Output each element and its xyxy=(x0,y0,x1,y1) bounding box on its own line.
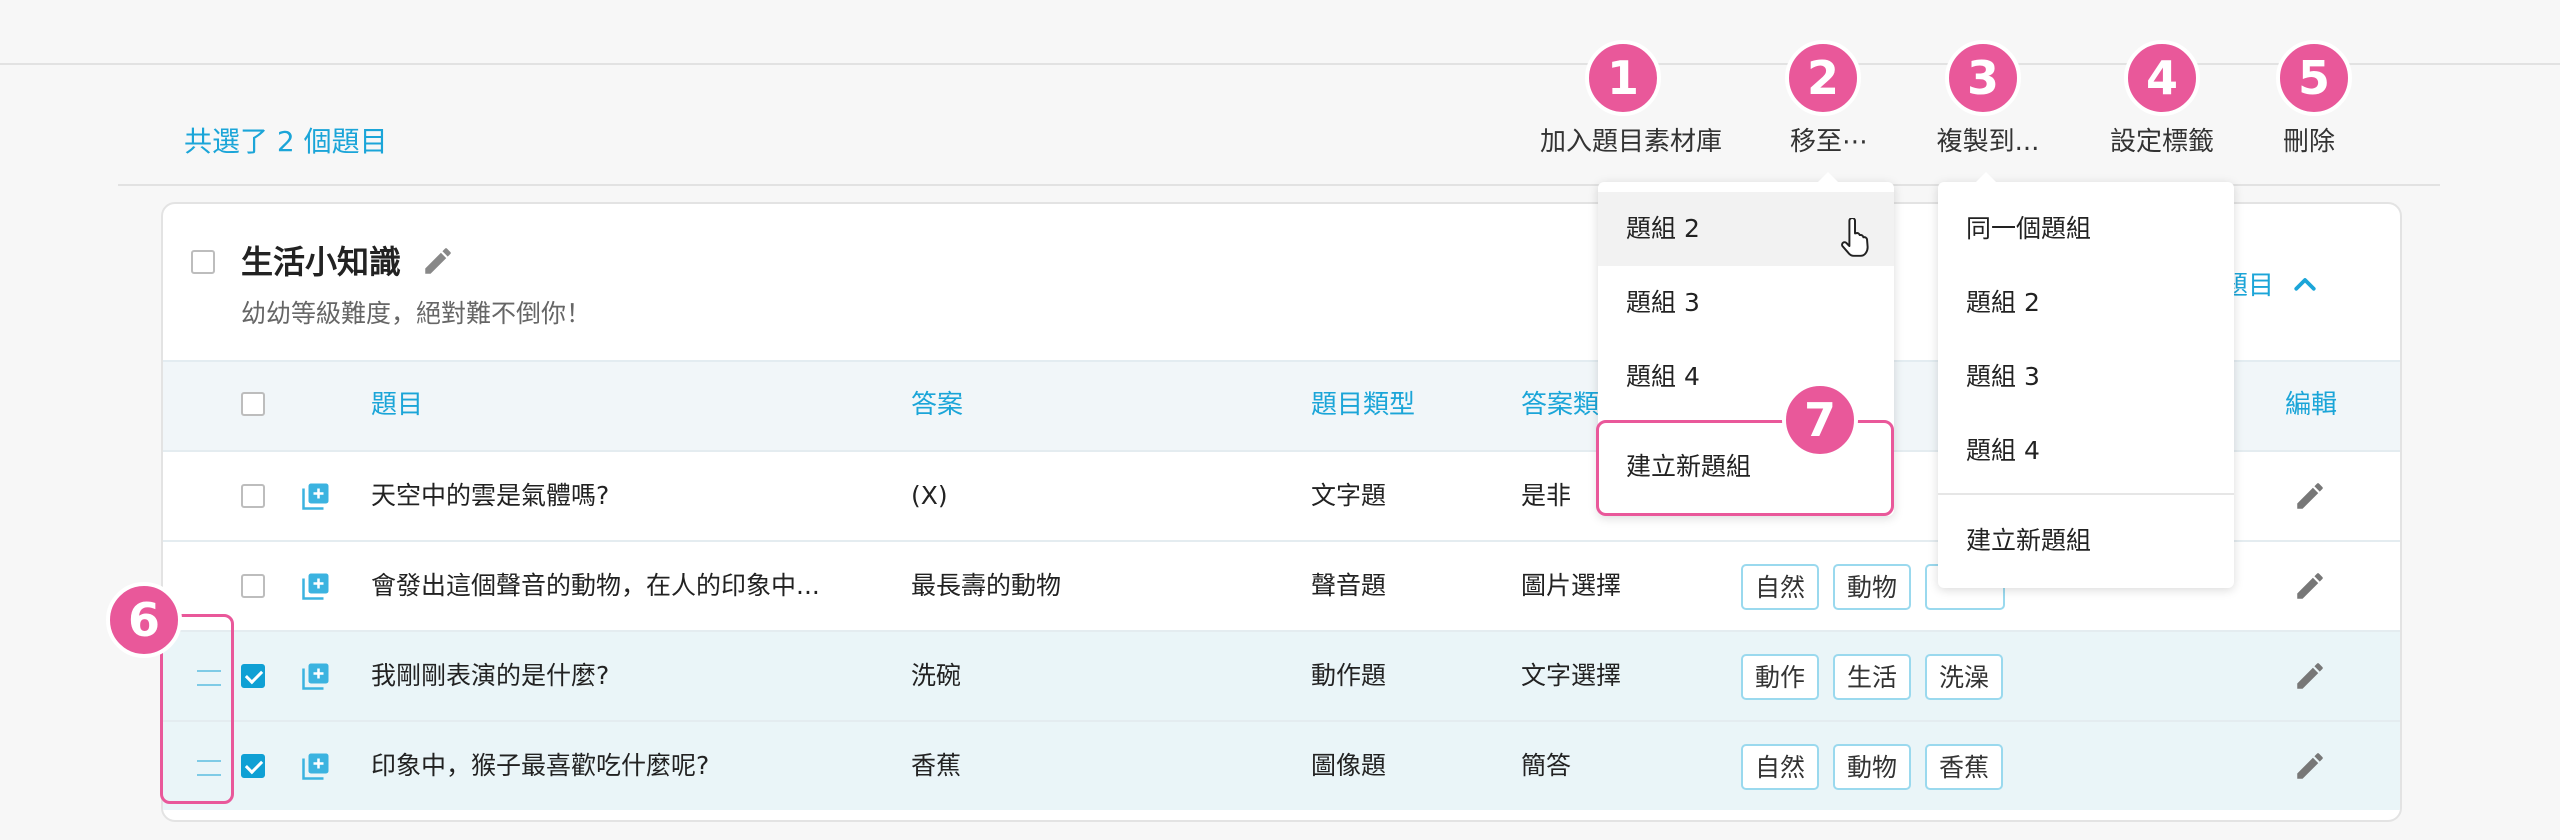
callout-badge-5: 5 xyxy=(2276,40,2352,116)
tag[interactable]: 動物 xyxy=(1833,744,1912,790)
select-all-checkbox[interactable] xyxy=(241,392,265,416)
edit-row-icon[interactable] xyxy=(2293,659,2327,693)
answer-text: 香蕉 xyxy=(911,751,962,780)
answer-type: 圖片選擇 xyxy=(1521,571,1622,600)
header-answer: 答案 xyxy=(911,390,964,420)
callout-badge-2: 2 xyxy=(1785,40,1861,116)
answer-type: 文字選擇 xyxy=(1521,661,1622,690)
add-to-library-button[interactable]: 加入題目素材庫 xyxy=(1540,120,1722,164)
answer-type: 簡答 xyxy=(1521,751,1572,780)
row-checkbox[interactable] xyxy=(241,574,265,598)
copy-menu-item-group-2[interactable]: 題組 2 xyxy=(1938,266,2234,340)
question-text: 天空中的雲是氣體嗎? xyxy=(371,481,610,510)
question-type: 圖像題 xyxy=(1311,751,1387,780)
answer-text: 洗碗 xyxy=(911,661,962,690)
copy-menu-divider xyxy=(1938,493,2234,495)
tag[interactable]: 自然 xyxy=(1741,564,1820,610)
move-menu-caret xyxy=(1818,172,1838,182)
question-type: 動作題 xyxy=(1311,661,1387,690)
question-text: 印象中，猴子最喜歡吃什麼呢? xyxy=(371,751,710,780)
question-type: 聲音題 xyxy=(1311,571,1387,600)
header-edit: 編輯 xyxy=(2285,390,2338,420)
set-tags-button[interactable]: 設定標籤 xyxy=(2110,120,2214,164)
selection-count: 共選了 2 個題目 xyxy=(184,125,388,158)
move-to-button[interactable]: 移至⋯ xyxy=(1790,120,1868,164)
copy-menu-item-group-4[interactable]: 題組 4 xyxy=(1938,414,2234,488)
copy-menu-caret xyxy=(1976,172,1996,182)
delete-button[interactable]: 刪除 xyxy=(2283,120,2335,164)
move-menu-item-group-3[interactable]: 題組 3 xyxy=(1598,266,1894,340)
callout-badge-6: 6 xyxy=(106,582,182,658)
question-text: 我剛剛表演的是什麼? xyxy=(371,661,610,690)
group-select-checkbox[interactable] xyxy=(191,250,215,274)
edit-row-icon[interactable] xyxy=(2293,569,2327,603)
table-row[interactable]: 我剛剛表演的是什麼? 洗碗 動作題 文字選擇 動作 生活 洗澡 xyxy=(163,630,2400,720)
header-answer-type: 答案類 xyxy=(1521,390,1600,420)
copy-menu-item-group-3[interactable]: 題組 3 xyxy=(1938,340,2234,414)
group-title: 生活小知識 xyxy=(241,243,402,281)
header-type: 題目類型 xyxy=(1311,390,1416,420)
copy-menu-item-same-group[interactable]: 同一個題組 xyxy=(1938,192,2234,266)
add-to-library-icon[interactable] xyxy=(301,661,331,691)
copy-menu-item-new-group[interactable]: 建立新題組 xyxy=(1938,504,2234,578)
tag[interactable]: 洗澡 xyxy=(1925,654,2004,700)
tag[interactable]: 動物 xyxy=(1833,564,1912,610)
add-to-library-icon[interactable] xyxy=(301,751,331,781)
chevron-up-icon[interactable] xyxy=(2290,270,2320,300)
header-question: 題目 xyxy=(371,390,424,420)
edit-row-icon[interactable] xyxy=(2293,479,2327,513)
copy-to-button[interactable]: 複製到... xyxy=(1937,120,2040,164)
callout-badge-7: 7 xyxy=(1782,382,1858,458)
question-text: 會發出這個聲音的動物，在人的印象中... xyxy=(371,571,820,600)
tag[interactable]: 自然 xyxy=(1741,744,1820,790)
callout-badge-1: 1 xyxy=(1585,40,1661,116)
answer-text: 最長壽的動物 xyxy=(911,571,1062,600)
edit-row-icon[interactable] xyxy=(2293,749,2327,783)
answer-type: 是非 xyxy=(1521,481,1572,510)
hand-cursor-icon xyxy=(1841,218,1869,257)
copy-to-menu: 同一個題組 題組 2 題組 3 題組 4 建立新題組 xyxy=(1938,182,2234,588)
add-to-library-icon[interactable] xyxy=(301,481,331,511)
row-checkbox[interactable] xyxy=(241,664,265,688)
question-type: 文字題 xyxy=(1311,481,1387,510)
callout-badge-3: 3 xyxy=(1945,40,2021,116)
table-row[interactable]: 印象中，猴子最喜歡吃什麼呢? 香蕉 圖像題 簡答 自然 動物 香蕉 xyxy=(163,720,2400,810)
row-checkbox[interactable] xyxy=(241,484,265,508)
add-to-library-icon[interactable] xyxy=(301,571,331,601)
row-checkbox[interactable] xyxy=(241,754,265,778)
group-description: 幼幼等級難度，絕對難不倒你！ xyxy=(241,299,592,328)
edit-group-title-icon[interactable] xyxy=(421,244,455,278)
tag[interactable]: 生活 xyxy=(1833,654,1912,700)
tag[interactable]: 香蕉 xyxy=(1925,744,2004,790)
answer-text: (X) xyxy=(911,481,948,510)
callout-badge-4: 4 xyxy=(2124,40,2200,116)
tag[interactable]: 動作 xyxy=(1741,654,1820,700)
